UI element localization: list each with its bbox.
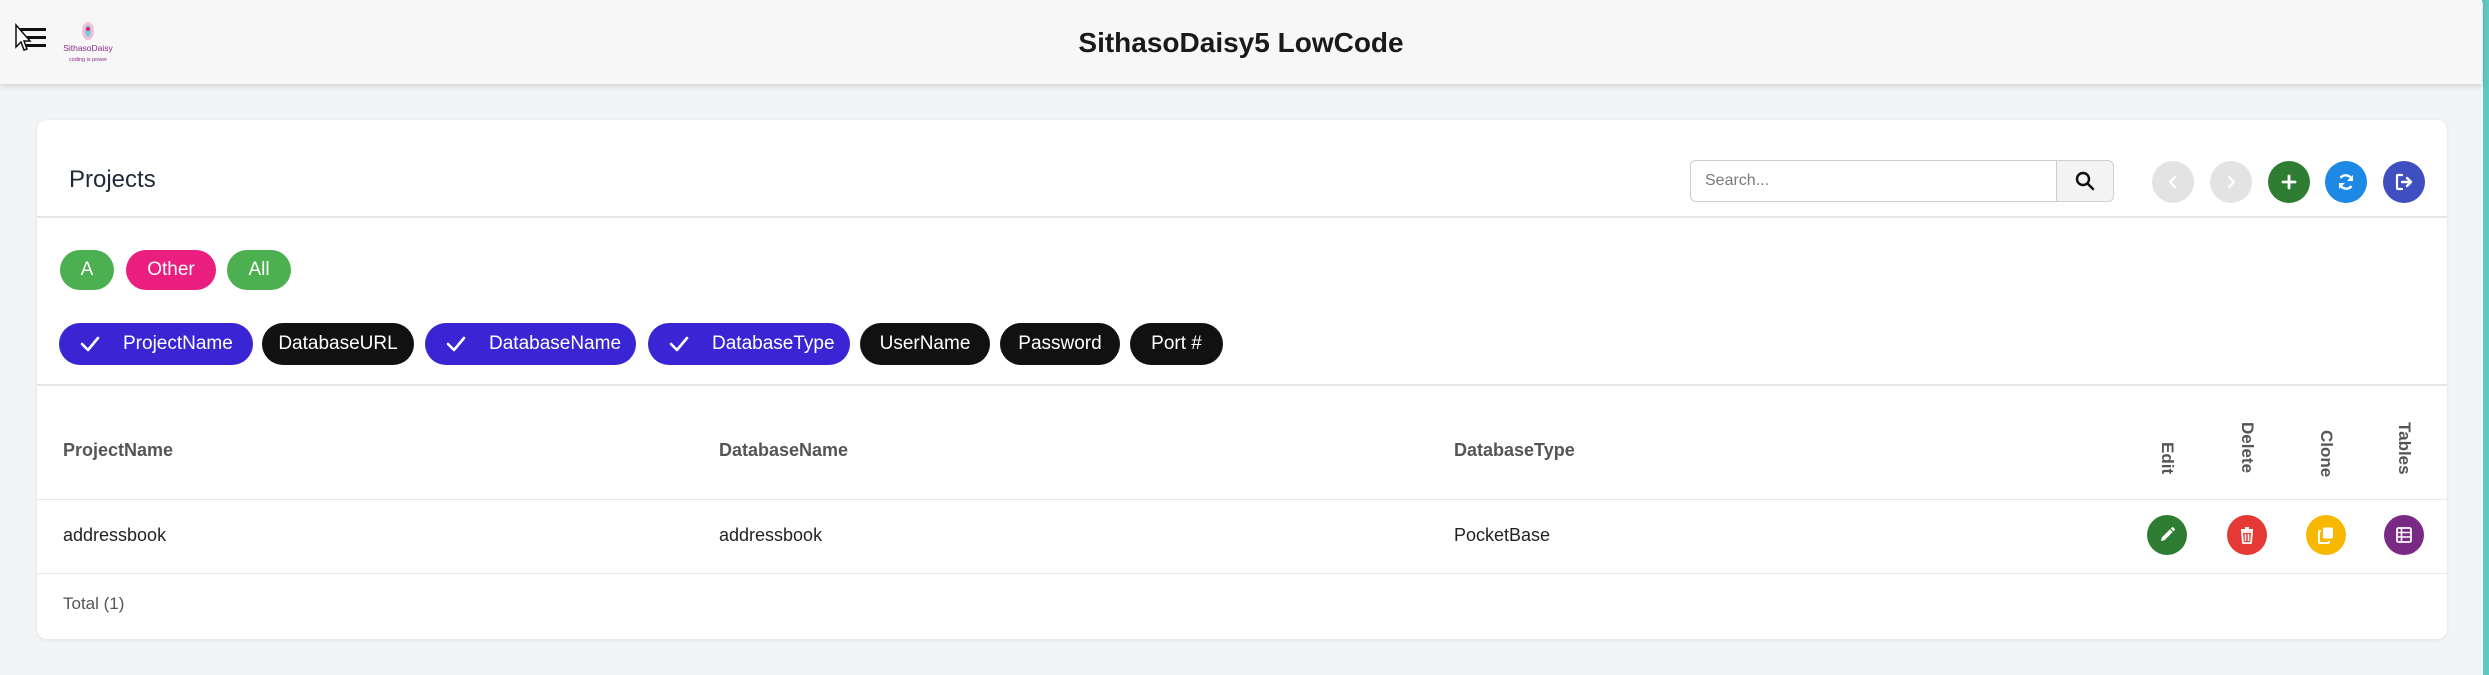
column-chip-label: UserName: [879, 333, 971, 354]
chevron-left-icon: [2168, 175, 2177, 189]
check-icon: [446, 336, 466, 352]
trash-icon: [2241, 527, 2253, 544]
refresh-button[interactable]: [2325, 161, 2367, 203]
projects-card: Projects A: [37, 120, 2447, 639]
edit-button[interactable]: [2147, 515, 2187, 555]
column-header-delete: Delete: [2238, 422, 2257, 474]
row-separator: [37, 573, 2447, 574]
column-chip-databaseurl[interactable]: DatabaseURL: [262, 323, 414, 365]
column-header-tables: Tables: [2395, 422, 2414, 475]
chevron-right-icon: [2227, 175, 2236, 189]
column-header-projectname[interactable]: ProjectName: [63, 440, 173, 461]
table-list-icon: [2396, 527, 2412, 543]
sign-out-icon: [2395, 173, 2413, 191]
tables-button[interactable]: [2384, 515, 2424, 555]
app-title: SithasoDaisy5 LowCode: [1078, 27, 1404, 58]
column-header-clone: Clone: [2317, 430, 2336, 478]
delete-button[interactable]: [2227, 515, 2267, 555]
window-right-edge: [2483, 0, 2489, 675]
plus-icon: [2281, 174, 2297, 190]
filter-chip-a[interactable]: A: [60, 250, 114, 290]
next-page-button[interactable]: [2210, 161, 2252, 203]
filter-chip-other[interactable]: Other: [126, 250, 216, 290]
filters-divider: [37, 384, 2447, 386]
column-chip-label: DatabaseName: [489, 333, 622, 354]
column-chip-password[interactable]: Password: [1000, 323, 1120, 365]
column-header-databasetype[interactable]: DatabaseType: [1454, 440, 1575, 461]
check-icon: [80, 336, 100, 352]
column-header-edit: Edit: [2158, 442, 2177, 475]
total-count: Total (1): [63, 594, 125, 613]
cell-databasetype: PocketBase: [1454, 525, 1551, 545]
column-chip-label: ProjectName: [123, 333, 233, 354]
check-icon: [669, 336, 689, 352]
header-row-separator: [37, 499, 2447, 500]
copy-icon: [2318, 527, 2333, 544]
column-chip-label: Password: [1018, 333, 1102, 354]
column-chip-port[interactable]: Port #: [1130, 323, 1223, 365]
column-chip-label: Port #: [1151, 333, 1202, 354]
column-chip-projectname[interactable]: ProjectName: [59, 323, 253, 365]
navbar: SithasoDaisy coding is power SithasoDais…: [0, 0, 2482, 84]
cell-databasename: addressbook: [719, 525, 823, 545]
search-icon: [2075, 171, 2095, 191]
column-chip-databasetype[interactable]: DatabaseType: [648, 323, 850, 365]
column-header-databasename[interactable]: DatabaseName: [719, 440, 848, 461]
column-chip-label: DatabaseType: [712, 333, 835, 354]
clone-button[interactable]: [2306, 515, 2346, 555]
prev-page-button[interactable]: [2152, 161, 2194, 203]
pencil-icon: [2161, 527, 2175, 541]
add-button[interactable]: [2268, 161, 2310, 203]
card-title: Projects: [69, 166, 156, 193]
sign-out-button[interactable]: [2383, 161, 2425, 203]
column-chip-username[interactable]: UserName: [860, 323, 990, 365]
header-divider: [37, 216, 2447, 218]
search-button[interactable]: [2056, 160, 2114, 202]
cell-projectname: addressbook: [63, 525, 167, 545]
column-chip-databasename[interactable]: DatabaseName: [425, 323, 636, 365]
search-input[interactable]: [1690, 160, 2060, 202]
refresh-icon: [2338, 174, 2354, 190]
filter-chip-all[interactable]: All: [227, 250, 291, 290]
column-chip-label: DatabaseURL: [278, 333, 398, 354]
